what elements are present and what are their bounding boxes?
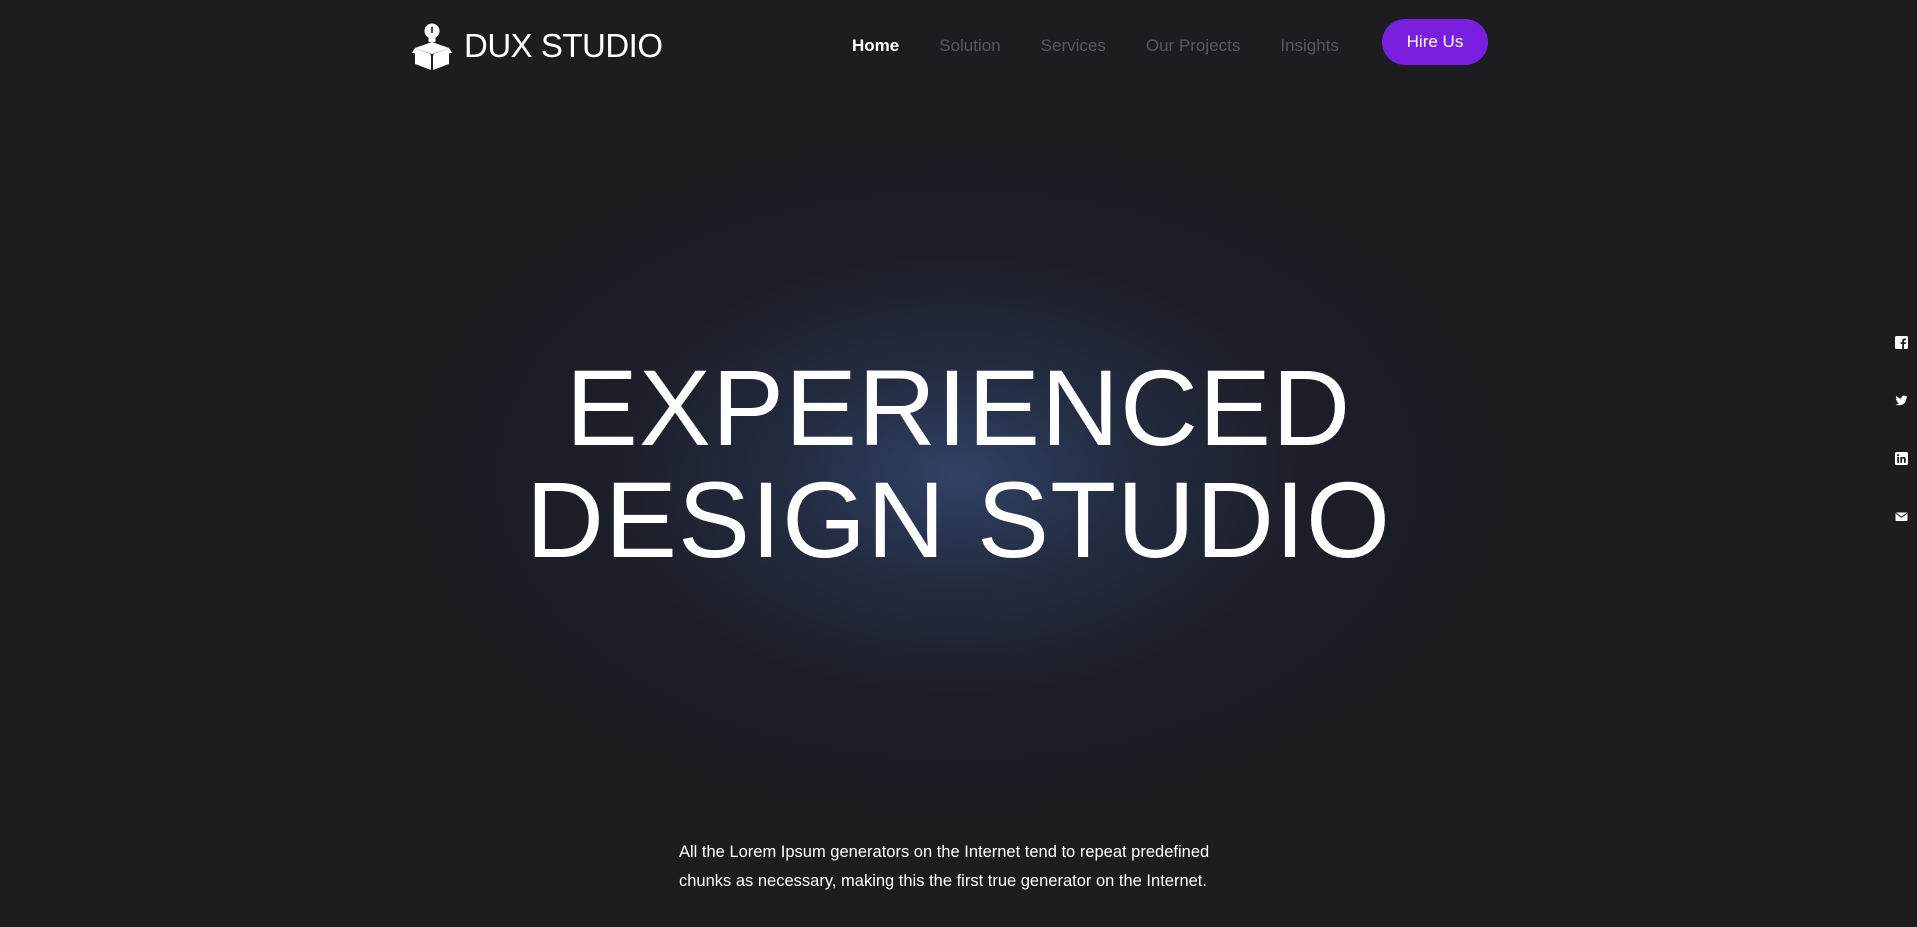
hire-us-button[interactable]: Hire Us (1382, 19, 1488, 65)
brand-name: DUX STUDIO (464, 27, 663, 64)
page: DUX STUDIO Home Solution Services Our Pr… (0, 0, 1917, 927)
social-linkedin-link[interactable] (1895, 452, 1909, 465)
main-nav: Home Solution Services Our Projects Insi… (852, 36, 1339, 56)
linkedin-icon (1895, 452, 1908, 465)
social-email-link[interactable] (1895, 510, 1909, 523)
nav-item-insights[interactable]: Insights (1280, 36, 1339, 56)
twitter-icon (1895, 395, 1908, 406)
social-twitter-link[interactable] (1895, 394, 1909, 407)
nav-item-home[interactable]: Home (852, 36, 899, 56)
hero-title-line-2: DESIGN STUDIO (525, 459, 1392, 580)
hero-description: All the Lorem Ipsum generators on the In… (679, 843, 1210, 890)
facebook-icon (1895, 336, 1908, 349)
hero-title-line-1: EXPERIENCED (565, 347, 1352, 468)
social-links (1895, 336, 1917, 523)
nav-item-services[interactable]: Services (1041, 36, 1106, 56)
social-facebook-link[interactable] (1895, 336, 1909, 349)
nav-item-our-projects[interactable]: Our Projects (1146, 36, 1240, 56)
email-icon (1895, 512, 1908, 521)
lightbulb-box-icon (412, 23, 452, 70)
site-header: DUX STUDIO Home Solution Services Our Pr… (0, 0, 1917, 90)
hero-title: EXPERIENCED DESIGN STUDIO (0, 352, 1917, 576)
brand-logo-link[interactable]: DUX STUDIO (412, 20, 663, 72)
nav-item-solution[interactable]: Solution (939, 36, 1000, 56)
